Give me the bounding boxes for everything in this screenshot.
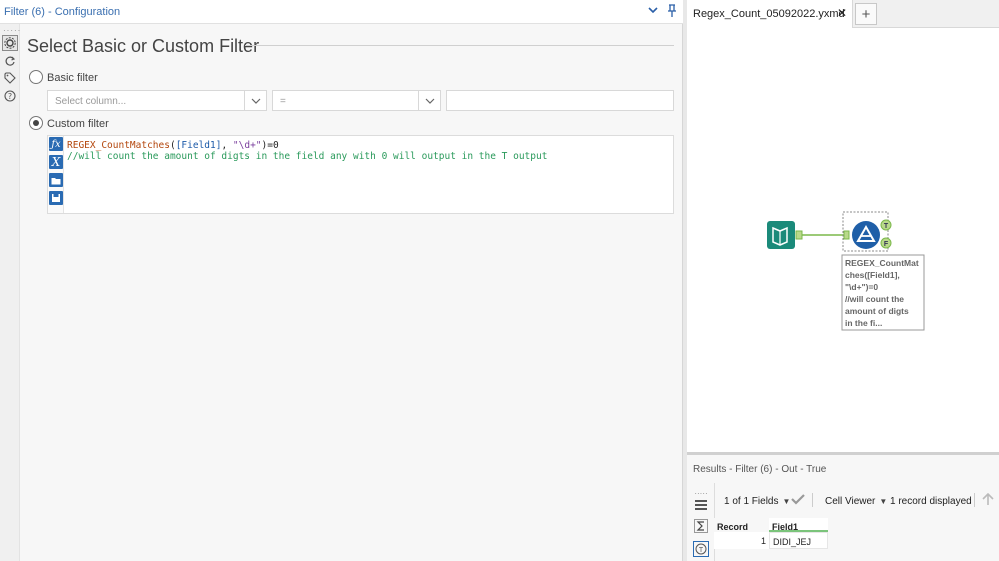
expression-field: [Field1] (175, 140, 222, 151)
custom-filter-label: Custom filter (47, 118, 109, 130)
grip-dots-icon: ····· (3, 26, 22, 35)
operator-select-value: = (280, 96, 286, 107)
output-true-anchor[interactable]: T (884, 223, 889, 230)
basic-filter-radio[interactable] (29, 70, 43, 84)
list-icon[interactable] (692, 497, 710, 513)
results-sidebar: ····· T (687, 483, 715, 561)
filter-annotation: REGEX_CountMat ches([Field1], "\d+")=0 /… (841, 254, 925, 331)
add-tab-button[interactable]: + (855, 3, 877, 25)
chevron-down-icon[interactable] (244, 91, 266, 110)
caret-down-icon: ▼ (879, 497, 888, 506)
chevron-down-icon[interactable] (418, 91, 440, 110)
gear-icon[interactable] (2, 35, 18, 51)
expression-pattern: "\d+" (232, 140, 262, 151)
operator-select[interactable]: = (272, 90, 441, 111)
cell-viewer-selector[interactable]: Cell Viewer ▼ (825, 496, 887, 507)
section-divider (245, 45, 674, 46)
cell-viewer-label: Cell Viewer (825, 496, 876, 507)
column-select[interactable]: Select column... (47, 90, 267, 111)
close-icon[interactable]: ✕ (837, 6, 847, 20)
help-icon[interactable]: ? (2, 88, 18, 104)
annotation-line: "\d+")=0 (845, 282, 878, 292)
expression-comment: //will count the amount of digts in the … (67, 151, 548, 162)
checkmark-icon[interactable] (791, 493, 805, 508)
workflow-tab-label: Regex_Count_05092022.yxmd (693, 8, 845, 20)
table-icon[interactable]: T (692, 541, 710, 557)
svg-text:?: ? (8, 92, 12, 101)
configuration-side-strip: ····· ? (0, 24, 20, 561)
save-icon[interactable] (49, 191, 63, 205)
results-title: Results - Filter (6) - Out - True (693, 464, 827, 475)
expression-function: REGEX_CountMatches (67, 140, 170, 151)
rotate-arrow-icon[interactable] (2, 53, 18, 69)
column-select-placeholder: Select column... (55, 96, 127, 107)
annotation-line: REGEX_CountMat (845, 258, 919, 268)
fields-selector[interactable]: 1 of 1 Fields ▼ (724, 496, 790, 507)
toolbar-divider (974, 493, 975, 507)
expression-button-gutter: ƒx 𝑋 (48, 136, 64, 213)
configuration-header: Filter (6) - Configuration (0, 0, 683, 24)
expression-tail: )=0 (261, 140, 279, 151)
custom-filter-radio[interactable] (29, 116, 43, 130)
fx-icon[interactable]: ƒx (49, 137, 63, 151)
expression-editor[interactable]: ƒx 𝑋 REGEX_CountMatches([Field1], "\d+")… (47, 135, 674, 214)
sigma-icon[interactable] (692, 518, 710, 534)
caret-down-icon: ▼ (782, 497, 791, 506)
table-cell-record[interactable]: 1 (714, 532, 769, 549)
open-folder-icon[interactable] (49, 173, 63, 187)
expression-text[interactable]: REGEX_CountMatches([Field1], "\d+")=0 //… (67, 140, 547, 162)
workflow-diagram: T F REGEX_CountMat ches([Field1], "\d+")… (767, 211, 925, 331)
filter-tool[interactable]: T F (842, 211, 892, 252)
annotation-line: in the fi... (845, 318, 882, 328)
results-pane: Results - Filter (6) - Out - True ····· … (687, 452, 999, 561)
fields-selector-label: 1 of 1 Fields (724, 496, 779, 507)
pin-icon[interactable] (666, 4, 678, 21)
basic-filter-label: Basic filter (47, 72, 98, 84)
arrow-up-icon[interactable] (982, 492, 994, 509)
annotation-line: amount of digts (845, 306, 909, 316)
tag-icon[interactable] (2, 70, 18, 86)
configuration-pane: Filter (6) - Configuration ····· ? Selec… (0, 0, 683, 561)
annotation-line: ches([Field1], (845, 270, 900, 280)
svg-text:T: T (699, 547, 704, 554)
table-cell-field1[interactable]: DIDI_JEJ (769, 532, 828, 549)
configuration-title: Filter (6) - Configuration (4, 6, 121, 18)
workflow-tab[interactable]: Regex_Count_05092022.yxmd ✕ (687, 0, 853, 28)
tab-bar: Regex_Count_05092022.yxmd ✕ + (687, 0, 999, 28)
workflow-canvas[interactable]: Regex_Count_05092022.yxmd ✕ + T F REGEX_… (687, 0, 999, 452)
section-title: Select Basic or Custom Filter (27, 36, 260, 56)
column-header-field1[interactable]: Field1 (769, 518, 828, 532)
chevron-down-icon[interactable] (647, 4, 659, 19)
value-input[interactable] (446, 90, 674, 111)
record-count: 1 record displayed (890, 496, 972, 507)
output-false-anchor[interactable]: F (884, 241, 889, 248)
toolbar-divider (812, 493, 813, 507)
input-data-tool[interactable] (767, 221, 803, 249)
column-header-record[interactable]: Record (714, 518, 769, 532)
annotation-line: //will count the (845, 294, 904, 304)
variable-icon[interactable]: 𝑋 (49, 155, 63, 169)
